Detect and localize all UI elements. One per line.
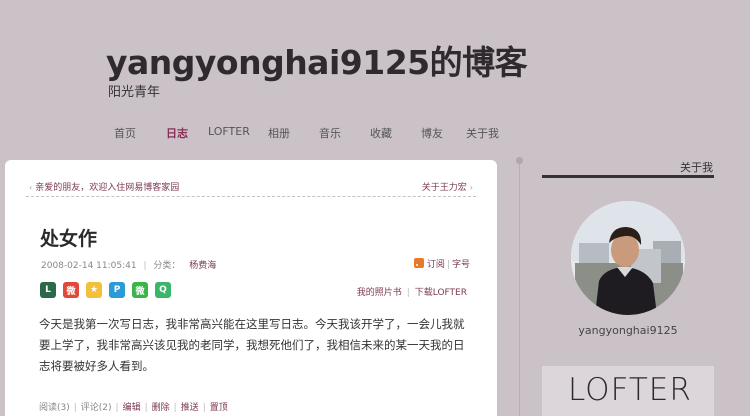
prev-post-link[interactable]: 亲爱的朋友，欢迎入住网易博客家园 — [35, 183, 179, 193]
nav-item-album[interactable]: 相册 — [268, 125, 290, 141]
profile-username[interactable]: yangyonghai9125 — [542, 324, 714, 337]
about-me-title: 关于我 — [680, 161, 713, 174]
post-meta: 2008-02-14 11:05:41 | 分类： 杨费海 — [41, 261, 217, 271]
post-tools: 订阅 | 字号 — [413, 257, 470, 270]
prev-arrow-icon: ‹ — [29, 183, 33, 192]
photo-book-link[interactable]: 我的照片书 — [357, 288, 402, 298]
read-count: 阅读(3) — [39, 403, 70, 413]
rss-icon — [413, 258, 424, 268]
category-link[interactable]: 杨费海 — [189, 261, 216, 271]
friend-share-icon[interactable]: P — [109, 282, 125, 298]
post-extra-links: 我的照片书 | 下载LOFTER — [356, 288, 467, 298]
lofter-logo: LOFTER — [568, 372, 692, 408]
nav-item-home[interactable]: 首页 — [114, 125, 136, 141]
comment-count-link[interactable]: 评论(2) — [81, 403, 112, 413]
pin-link[interactable]: 置顶 — [210, 403, 228, 413]
blog-subtitle: 阳光青年 — [108, 85, 161, 100]
sidebar-divider-dot — [516, 157, 523, 164]
star-share-icon[interactable]: ★ — [86, 282, 102, 298]
avatar-photo — [571, 201, 685, 315]
lofter-share-icon[interactable]: L — [40, 282, 56, 298]
category-label: 分类： — [153, 261, 181, 271]
qzone-share-icon[interactable]: Q — [155, 282, 171, 298]
subscribe-link[interactable]: 订阅 — [427, 260, 445, 270]
main-nav: 首页 日志 LOFTER 相册 音乐 收藏 博友 关于我 — [0, 125, 520, 143]
wechat-share-icon[interactable]: 微 — [132, 282, 148, 298]
nav-item-about[interactable]: 关于我 — [466, 125, 499, 141]
about-underline — [542, 175, 714, 178]
post-datetime: 2008-02-14 11:05:41 — [41, 261, 137, 271]
post-actions: 阅读(3) | 评论(2) | 编辑 | 删除 | 推送 | 置顶 — [39, 403, 228, 413]
post-content: 今天是我第一次写日志，我非常高兴能在这里写日志。今天我该开学了，一会儿我就要上学… — [39, 317, 465, 373]
delete-link[interactable]: 删除 — [152, 403, 170, 413]
nav-item-lofter[interactable]: LOFTER — [208, 125, 250, 138]
next-post-link[interactable]: 关于王力宏 — [422, 183, 467, 193]
post-title: 处女作 — [40, 228, 98, 250]
font-size-link[interactable]: 字号 — [452, 260, 470, 270]
recommend-link[interactable]: 推送 — [181, 403, 199, 413]
avatar[interactable] — [571, 201, 685, 315]
edit-link[interactable]: 编辑 — [123, 403, 141, 413]
sidebar-divider — [519, 160, 520, 416]
nav-item-favorites[interactable]: 收藏 — [370, 125, 392, 141]
nav-item-friends[interactable]: 博友 — [421, 125, 443, 141]
weibo-share-icon[interactable]: 微 — [63, 282, 79, 298]
nav-item-blog[interactable]: 日志 — [166, 125, 188, 141]
post-navigation: ‹ 亲爱的朋友，欢迎入住网易博客家园 关于王力宏 › — [26, 180, 476, 194]
next-arrow-icon: › — [469, 183, 473, 192]
blog-title[interactable]: yangyonghai9125的博客 — [106, 36, 528, 84]
nav-item-music[interactable]: 音乐 — [319, 125, 341, 141]
download-lofter-link[interactable]: 下载LOFTER — [415, 288, 467, 298]
divider — [26, 196, 476, 197]
